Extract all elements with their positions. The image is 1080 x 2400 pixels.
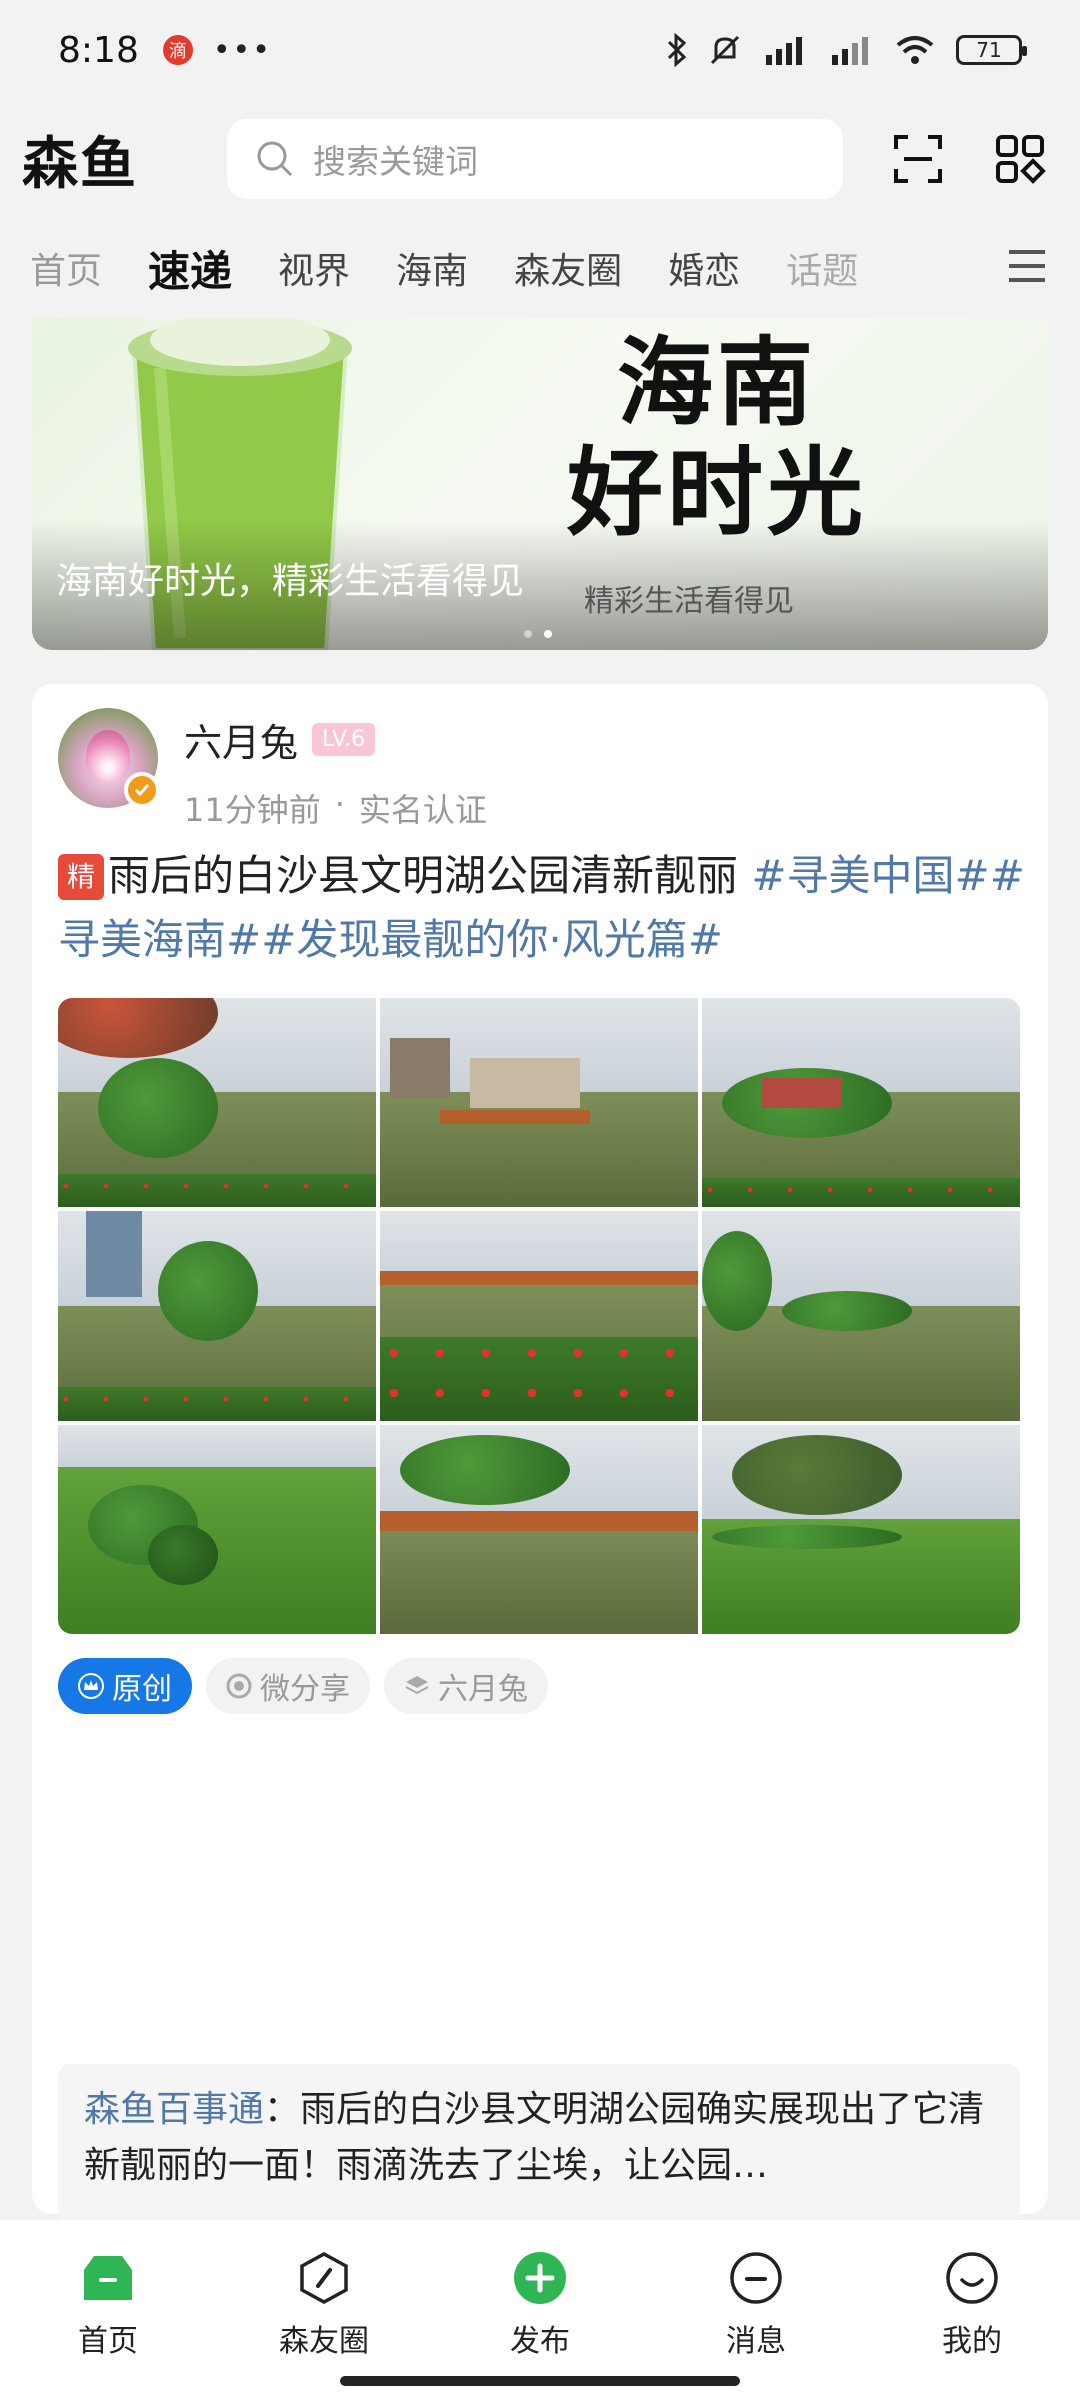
- status-bar: 8:18 滴 ••• 71: [0, 0, 1080, 100]
- menu-icon[interactable]: [1006, 246, 1048, 286]
- photo-3[interactable]: [702, 998, 1020, 1208]
- status-time: 8:18: [58, 29, 139, 71]
- apps-grid-icon[interactable]: [994, 133, 1046, 185]
- post-title-text: 雨后的白沙县文明湖公园清新靓丽: [108, 851, 739, 900]
- photo-2[interactable]: [380, 998, 698, 1208]
- micro-share-tag[interactable]: 微分享: [206, 1658, 370, 1714]
- micro-share-tag-label: 微分享: [260, 1672, 350, 1707]
- compass-icon: [300, 2252, 348, 2304]
- signal-1-icon: [766, 37, 802, 65]
- nav-profile-label: 我的: [942, 2324, 1002, 2359]
- comment-author[interactable]: 森鱼百事通: [84, 2089, 264, 2130]
- post-tags-row: 原创 微分享 六月兔: [58, 1658, 548, 1714]
- tab-topics[interactable]: 话题: [786, 242, 858, 294]
- tab-vision[interactable]: 视界: [278, 242, 350, 294]
- scan-icon[interactable]: [892, 133, 944, 185]
- nav-friends-circle[interactable]: 森友圈: [254, 2250, 394, 2360]
- nav-publish[interactable]: 发布: [470, 2250, 610, 2360]
- nav-publish-label: 发布: [510, 2324, 570, 2359]
- tab-hainan[interactable]: 海南: [396, 242, 468, 294]
- photo-5[interactable]: [380, 1211, 698, 1421]
- avatar[interactable]: [58, 708, 160, 808]
- nav-home-label: 首页: [78, 2324, 138, 2359]
- photo-6[interactable]: [702, 1211, 1020, 1421]
- author-collection-tag[interactable]: 六月兔: [384, 1658, 548, 1714]
- home-indicator[interactable]: [340, 2376, 740, 2386]
- level-badge: LV.6: [312, 723, 376, 756]
- mute-icon: [710, 35, 740, 65]
- post-author[interactable]: 六月兔 LV.6 11分钟前 · 实名认证: [58, 708, 487, 831]
- photo-grid: [58, 998, 1020, 1634]
- author-name[interactable]: 六月兔: [184, 712, 298, 767]
- app-header: 森鱼 搜索关键词: [0, 100, 1080, 218]
- category-tabs: 首页 速递 视界 海南 森友圈 婚恋 话题: [0, 218, 1080, 325]
- tab-home[interactable]: 首页: [30, 242, 102, 294]
- tab-friends-circle[interactable]: 森友圈: [514, 242, 622, 294]
- meta-separator: ·: [334, 785, 345, 823]
- nav-messages[interactable]: 消息: [686, 2250, 826, 2360]
- smile-icon: [946, 2252, 998, 2304]
- home-icon: [84, 2256, 132, 2300]
- nav-profile[interactable]: 我的: [902, 2250, 1042, 2360]
- banner-dot: [524, 630, 532, 638]
- banner-subcaption: 精彩生活看得见: [584, 584, 794, 619]
- search-input[interactable]: 搜索关键词: [227, 119, 843, 199]
- more-notifications-icon: •••: [212, 32, 272, 68]
- add-icon: [514, 2252, 566, 2304]
- nav-friends-circle-label: 森友圈: [279, 2324, 369, 2359]
- verified-label: 实名认证: [358, 791, 487, 829]
- nav-messages-label: 消息: [726, 2324, 786, 2359]
- post-time: 11分钟前: [184, 791, 321, 829]
- banner-headline-line1: 海南: [617, 327, 817, 439]
- share-circle-icon: [226, 1673, 252, 1699]
- wifi-icon: [896, 36, 934, 64]
- banner-caption: 海南好时光，精彩生活看得见: [56, 561, 525, 602]
- crown-icon: [78, 1673, 104, 1699]
- banner-pagination: [524, 630, 552, 638]
- banner-dot-active: [544, 630, 552, 638]
- tab-dating[interactable]: 婚恋: [668, 242, 740, 294]
- post-title[interactable]: 精雨后的白沙县文明湖公园清新靓丽 #寻美中国##寻美海南##发现最靓的你·风光篇…: [58, 844, 1028, 972]
- message-icon: [730, 2252, 782, 2304]
- post-card[interactable]: 六月兔 LV.6 11分钟前 · 实名认证 精雨后的白沙县文明湖公园清新靓丽 #…: [32, 684, 1048, 2214]
- lotus-image: [86, 730, 130, 784]
- battery-icon: 71: [956, 35, 1027, 65]
- photo-4[interactable]: [58, 1211, 376, 1421]
- layers-icon: [405, 1676, 429, 1695]
- featured-badge: 精: [58, 854, 104, 900]
- photo-1[interactable]: [58, 998, 376, 1208]
- app-logo: 森鱼: [22, 131, 138, 197]
- author-collection-tag-label: 六月兔: [438, 1672, 528, 1707]
- promo-banner[interactable]: 海南 好时光 精彩生活看得见 海南好时光，精彩生活看得见: [32, 318, 1048, 650]
- signal-2-icon: [832, 37, 868, 65]
- verified-icon: [124, 772, 160, 808]
- photo-8[interactable]: [380, 1424, 698, 1634]
- original-tag-label: 原创: [112, 1672, 172, 1707]
- notification-app-icon: 滴: [162, 35, 193, 65]
- bottom-nav: 首页 森友圈 发布 消息 我的: [0, 2220, 1080, 2400]
- tab-express[interactable]: 速递: [148, 238, 232, 325]
- banner-headline: 海南 好时光: [537, 328, 897, 549]
- bluetooth-icon: [667, 33, 687, 67]
- photo-9[interactable]: [702, 1424, 1020, 1634]
- search-placeholder: 搜索关键词: [313, 142, 478, 181]
- nav-home[interactable]: 首页: [38, 2250, 178, 2360]
- original-tag[interactable]: 原创: [58, 1658, 192, 1714]
- photo-7[interactable]: [58, 1424, 376, 1634]
- search-icon: [257, 141, 293, 177]
- comment-preview[interactable]: 森鱼百事通：雨后的白沙县文明湖公园确实展现出了它清新靓丽的一面！雨滴洗去了尘埃，…: [58, 2064, 1020, 2224]
